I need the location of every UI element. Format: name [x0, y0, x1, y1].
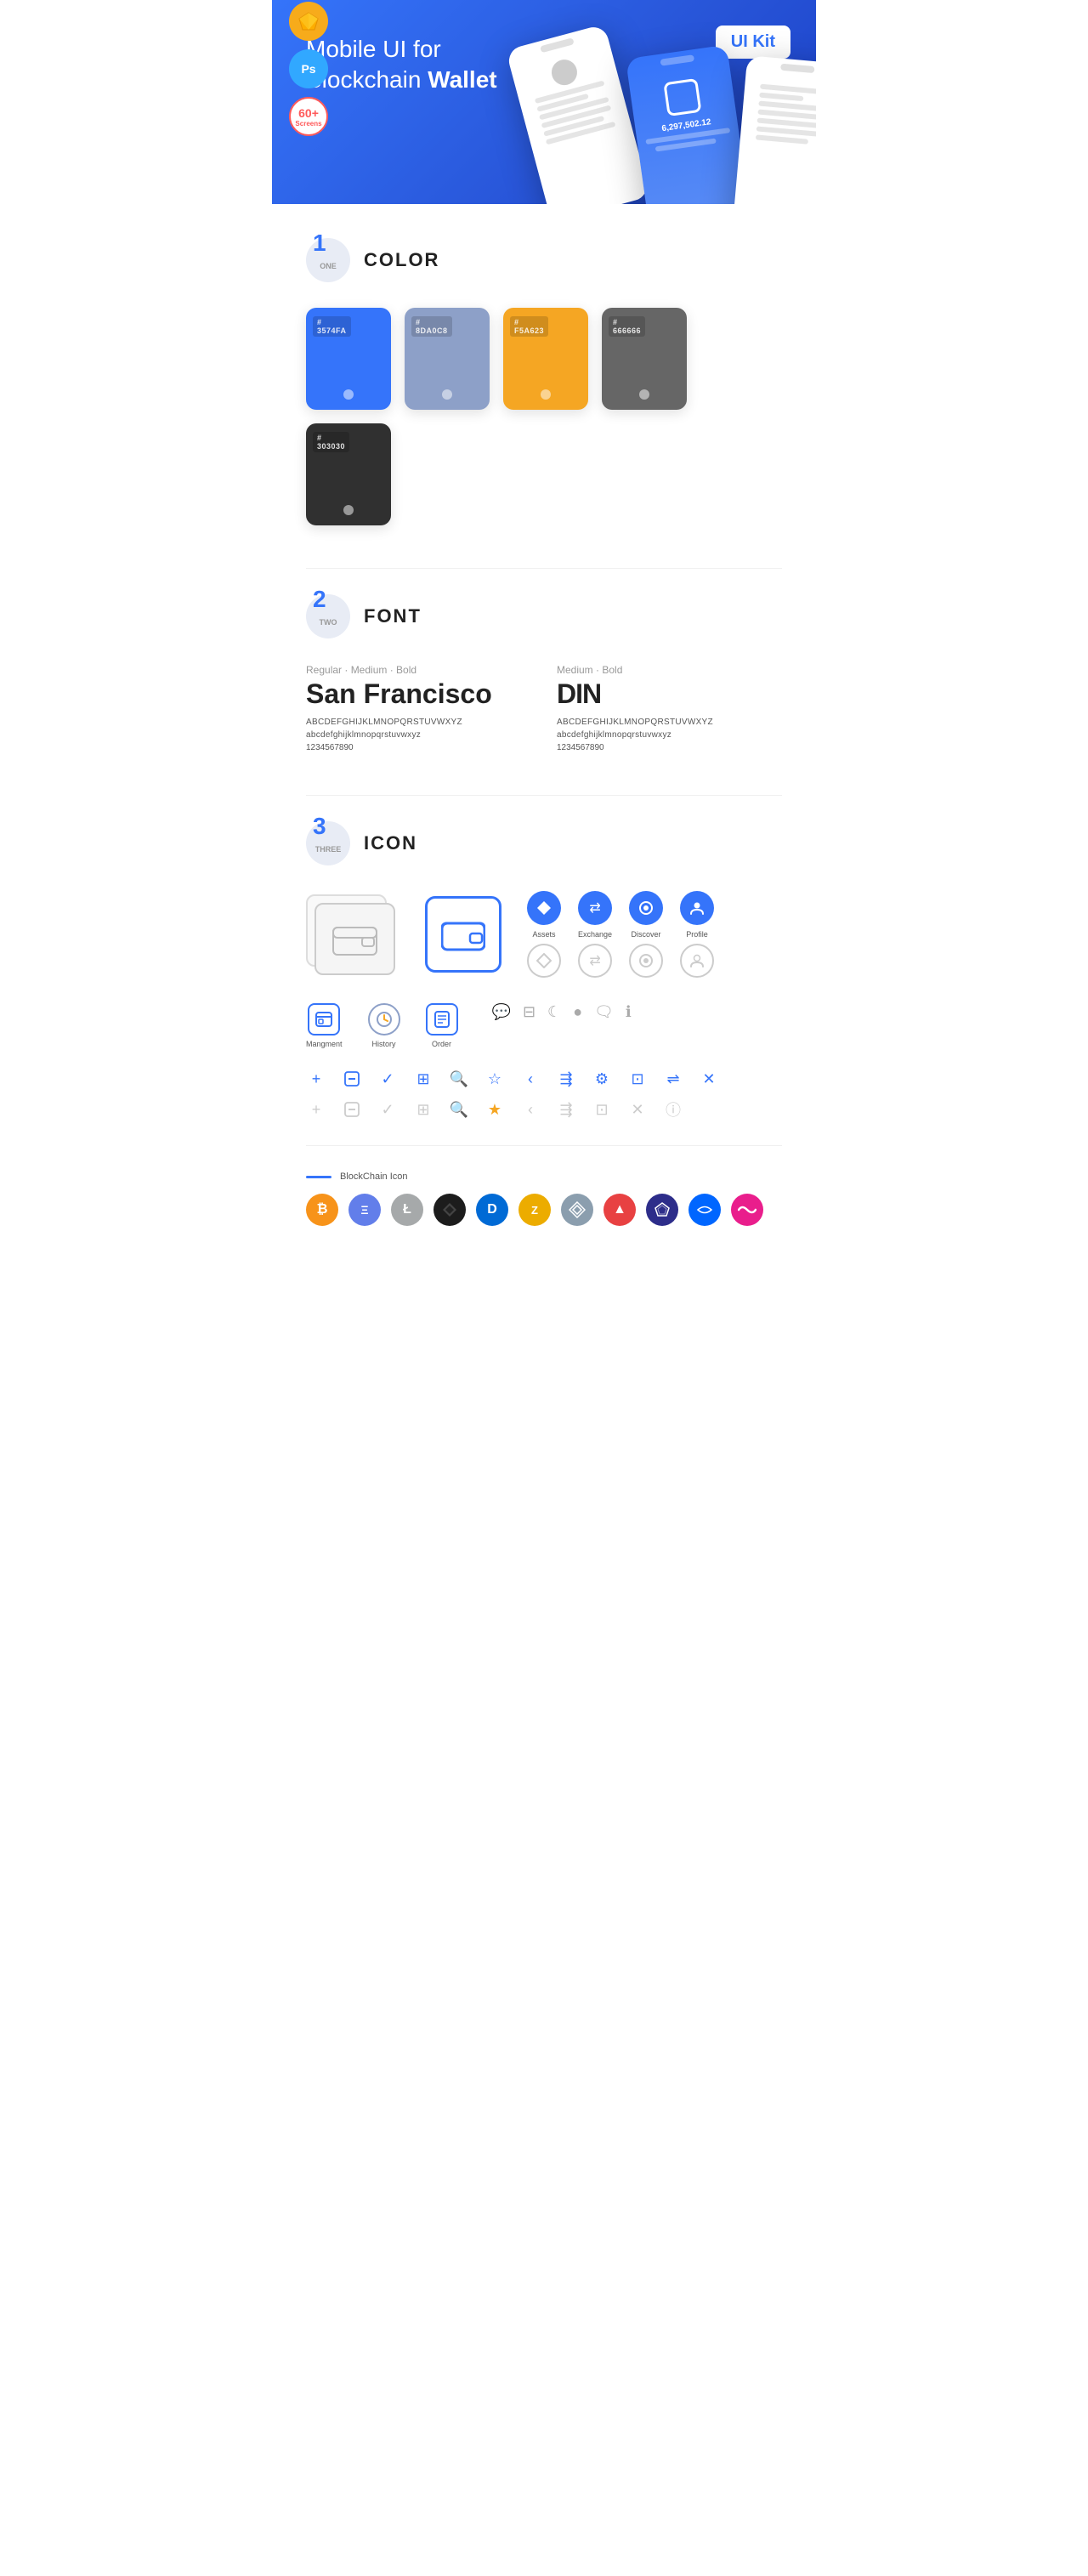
font-item-sf: Regular · Medium · Bold San Francisco AB… [306, 664, 531, 752]
crypto-bitcoin: ₿ [306, 1194, 338, 1226]
hero-section: Mobile UI for Blockchain Wallet UI Kit P… [272, 0, 816, 204]
misc-icon-circle: ● [573, 1003, 582, 1021]
sketch-badge [289, 2, 328, 41]
blockchain-label-row: BlockChain Icon [306, 1172, 782, 1182]
icon-order: Order [426, 1003, 458, 1048]
tool-search-inactive-icon: 🔍 [449, 1099, 469, 1120]
nav-icon-assets: Assets [527, 891, 561, 978]
misc-icon-moon: ☾ [547, 1003, 561, 1021]
tool-swap-icon: ⇌ [663, 1069, 683, 1089]
color-swatch-2: #8DA0C8 [405, 308, 490, 410]
icon-history: History [368, 1003, 400, 1048]
misc-icon-chat: 💬 [492, 1003, 511, 1021]
color-swatch-5: #303030 [306, 423, 391, 525]
icon-section-header: 3 THREE ICON [306, 821, 782, 865]
phone-mockups: 6,297,502.12 [425, 9, 816, 204]
misc-icon-info: ℹ [626, 1003, 632, 1021]
wallet-colored-icon [441, 917, 485, 951]
blockchain-section: BlockChain Icon ₿ Ξ Ł D Z ▲ [306, 1172, 782, 1226]
tool-info-inactive-icon: ⓘ [663, 1099, 683, 1120]
tool-share-icon: ⇶ [556, 1069, 576, 1089]
crypto-icons-row: ₿ Ξ Ł D Z ▲ [306, 1194, 782, 1226]
tool-chevron-left-icon: ‹ [520, 1069, 541, 1089]
ps-badge: Ps [289, 49, 328, 88]
tool-icons-active-row: + ✓ ⊞ 🔍 ☆ ‹ ⇶ ⚙ ⊡ ⇌ ✕ [306, 1069, 782, 1089]
phone-mockup-2: 6,297,502.12 [626, 45, 751, 204]
tool-plus-icon: + [306, 1069, 326, 1089]
tool-minus-icon [342, 1069, 362, 1089]
nav-icon-discover: Discover [629, 891, 663, 978]
icon-management: Mangment [306, 1003, 343, 1048]
tool-maximize-inactive-icon: ⊡ [592, 1099, 612, 1120]
icon-colored-wallet [425, 896, 502, 973]
icon-wireframe-inner [314, 903, 395, 975]
crypto-crystal [646, 1194, 678, 1226]
crypto-stratis [688, 1194, 721, 1226]
misc-icon-comment: 🗨 [594, 1003, 614, 1021]
tool-star-icon: ☆ [484, 1069, 505, 1089]
color-swatch-3: #F5A623 [503, 308, 588, 410]
color-section-title: COLOR [364, 249, 439, 271]
crypto-litecoin: Ł [391, 1194, 423, 1226]
tool-star-active-icon: ★ [484, 1099, 505, 1120]
icon-section-number: 3 THREE [306, 821, 350, 865]
tool-minus-inactive-icon [342, 1099, 362, 1120]
tool-chevron-inactive-icon: ‹ [520, 1099, 541, 1120]
icon-section: 3 THREE ICON [306, 821, 782, 1226]
tool-grid-inactive-icon: ⊞ [413, 1099, 434, 1120]
blockchain-label: BlockChain Icon [340, 1172, 408, 1182]
wallet-wireframe-icon [332, 921, 378, 956]
icon-wireframe-container [306, 894, 400, 975]
color-section-number: 1 ONE [306, 238, 350, 282]
tool-close-icon: ✕ [699, 1069, 719, 1089]
font-section-number: 2 TWO [306, 594, 350, 638]
color-swatch-1: #3574FA [306, 308, 391, 410]
blockchain-line-decorator [306, 1176, 332, 1178]
tool-maximize-icon: ⊡ [627, 1069, 648, 1089]
tool-icons-inactive-row: + ✓ ⊞ 🔍 ★ ‹ ⇶ ⊡ ✕ ⓘ [306, 1099, 782, 1120]
nav-icon-profile: Profile [680, 891, 714, 978]
font-section-header: 2 TWO FONT [306, 594, 782, 638]
crypto-avalanche: ▲ [604, 1194, 636, 1226]
color-section: 1 ONE COLOR #3574FA #8DA0C8 #F5A623 #666… [306, 238, 782, 525]
main-content: 1 ONE COLOR #3574FA #8DA0C8 #F5A623 #666… [272, 204, 816, 1302]
font-item-din: Medium · Bold DIN ABCDEFGHIJKLMNOPQRSTUV… [557, 664, 782, 752]
hero-tool-badges: Ps 60+ Screens [289, 2, 328, 136]
crypto-waves [731, 1194, 763, 1226]
color-section-header: 1 ONE COLOR [306, 238, 782, 282]
crypto-blackcoin [434, 1194, 466, 1226]
phone-mockup-3 [732, 55, 816, 204]
tool-check-icon: ✓ [377, 1069, 398, 1089]
font-section: 2 TWO FONT Regular · Medium · Bold San F… [306, 594, 782, 752]
tool-close-inactive-icon: ✕ [627, 1099, 648, 1120]
icon-section-title: ICON [364, 832, 417, 854]
tool-search-icon: 🔍 [449, 1069, 469, 1089]
tool-check-inactive-icon: ✓ [377, 1099, 398, 1120]
phone-mockup-1 [506, 24, 650, 204]
icon-main-row: Assets ⇄ Exchange ⇄ Discover [306, 891, 782, 978]
screens-badge: 60+ Screens [289, 97, 328, 136]
nav-icon-exchange: ⇄ Exchange ⇄ [578, 891, 612, 978]
font-section-title: FONT [364, 605, 422, 627]
color-swatch-4: #666666 [602, 308, 687, 410]
crypto-grid [561, 1194, 593, 1226]
crypto-dash: D [476, 1194, 508, 1226]
bottom-nav-icons-row: Mangment History Order 💬 ⊟ ☾ ● 🗨 [306, 1003, 782, 1048]
font-grid: Regular · Medium · Bold San Francisco AB… [306, 664, 782, 752]
crypto-zcash: Z [518, 1194, 551, 1226]
nav-icons-group: Assets ⇄ Exchange ⇄ Discover [527, 891, 714, 978]
misc-icons-row: 💬 ⊟ ☾ ● 🗨 ℹ [492, 1003, 632, 1021]
crypto-ethereum: Ξ [348, 1194, 381, 1226]
tool-plus-inactive-icon: + [306, 1099, 326, 1120]
tool-grid-icon: ⊞ [413, 1069, 434, 1089]
color-swatches: #3574FA #8DA0C8 #F5A623 #666666 #303030 [306, 308, 782, 525]
misc-icon-layers: ⊟ [523, 1003, 536, 1021]
tool-share-inactive-icon: ⇶ [556, 1099, 576, 1120]
tool-settings-icon: ⚙ [592, 1069, 612, 1089]
